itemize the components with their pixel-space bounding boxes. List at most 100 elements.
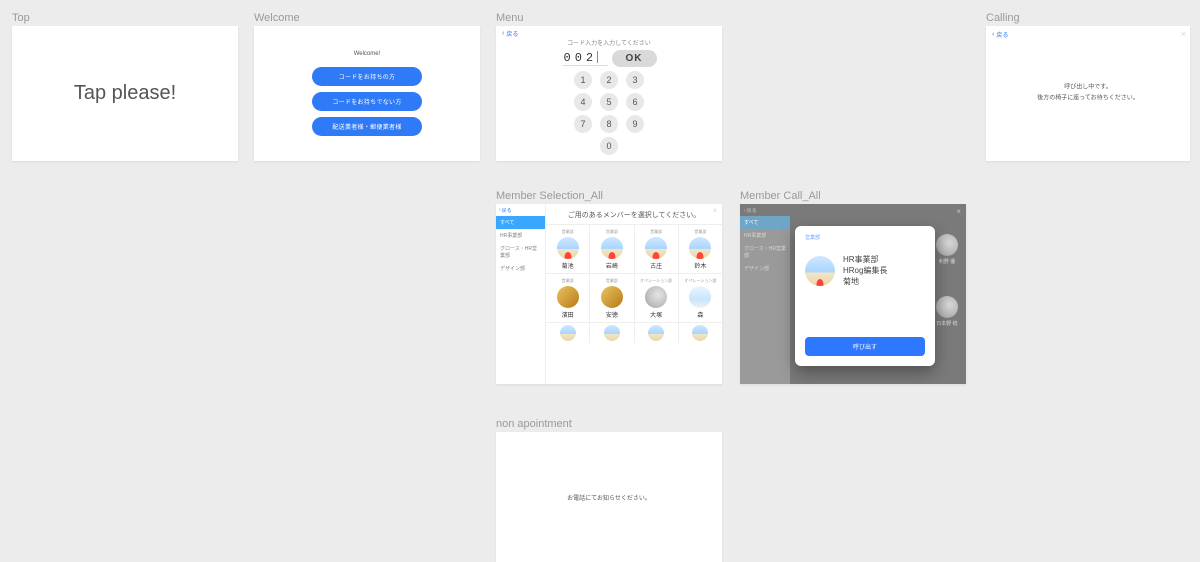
member-card[interactable]: 営業部 濱田 <box>546 274 590 322</box>
avatar <box>805 256 835 286</box>
non-appointment-message: お電話にてお知らせください。 <box>567 493 651 502</box>
member-card[interactable]: 営業部 菊池 <box>546 225 590 273</box>
back-button[interactable]: ‹ 戻る <box>496 204 545 216</box>
tap-please-text: Tap please! <box>74 82 176 105</box>
member-select-prompt: ご用のあるメンバーを選択してください。 × <box>546 204 722 224</box>
sidebar-tab-hr[interactable]: HR事業部 <box>496 229 545 242</box>
keypad-7[interactable]: 7 <box>574 115 592 133</box>
avatar <box>648 325 664 341</box>
back-label: 戻る <box>502 207 512 214</box>
sidebar-tab-design: デザイン部 <box>740 262 790 275</box>
avatar <box>645 237 667 259</box>
sidebar-tab-all: すべて <box>740 216 790 229</box>
close-icon[interactable]: × <box>712 206 717 215</box>
dialog-member-row: HR事業部 HRog編集長 菊地 <box>805 255 925 287</box>
pin-icon <box>608 252 615 259</box>
member-card[interactable] <box>679 323 722 343</box>
chevron-left-icon: ‹ <box>744 208 746 214</box>
keypad-3[interactable]: 3 <box>626 71 644 89</box>
member-role: オペレーション部 <box>640 278 672 284</box>
screen-thumb-non-appointment: non apointment お電話にてお知らせください。 <box>496 418 722 562</box>
code-display: 002 <box>562 51 608 66</box>
avatar <box>692 325 708 341</box>
member-name: 鈴木 <box>694 261 706 270</box>
member-card[interactable]: オペレーション部 大塚 <box>635 274 679 322</box>
member-card[interactable]: 営業部 岩崎 <box>590 225 634 273</box>
member-card[interactable]: 営業部 安徳 <box>590 274 634 322</box>
member-role: 営業部 <box>694 229 706 235</box>
member-name: 日本野 稔 <box>936 320 957 327</box>
thumb-label: Menu <box>496 12 722 24</box>
keypad-6[interactable]: 6 <box>626 93 644 111</box>
avatar <box>560 325 576 341</box>
member-card[interactable]: オペレーション部 森 <box>679 274 722 322</box>
dialog-member-info: HR事業部 HRog編集長 菊地 <box>843 255 887 287</box>
back-label: 戻る <box>506 29 518 38</box>
member-grid[interactable]: 営業部 菊池 営業部 岩崎 営業部 古庄 営業 <box>546 224 722 384</box>
chevron-left-icon: ‹ <box>502 30 504 37</box>
avatar <box>601 237 623 259</box>
dialog-line: 菊地 <box>843 277 887 288</box>
chevron-left-icon: ‹ <box>499 207 501 213</box>
background-member: 日本野 稔 <box>936 296 958 327</box>
welcome-button-no-code[interactable]: コードをお持ちでない方 <box>312 92 422 111</box>
calling-line1: 呼び出し中です。 <box>986 82 1190 93</box>
calling-line2: 後方の椅子に座ってお待ちください。 <box>986 94 1190 105</box>
member-name: 安徳 <box>606 310 618 319</box>
keypad-1[interactable]: 1 <box>574 71 592 89</box>
pin-icon <box>653 252 660 259</box>
member-card[interactable] <box>590 323 634 343</box>
back-button[interactable]: ‹ 戻る <box>992 30 1184 39</box>
sidebar-tab-all[interactable]: すべて <box>496 216 545 229</box>
ok-button[interactable]: OK <box>612 50 657 67</box>
thumb-label: non apointment <box>496 418 722 430</box>
welcome-title: Welcome! <box>354 51 381 57</box>
department-sidebar-dimmed: すべて HR事業部 グロース・HR営業部 デザイン部 <box>740 216 790 384</box>
screen-thumb-member-call: Member Call_All ‹ 戻る × すべて HR事業部 グロース・HR… <box>740 190 966 384</box>
keypad-4[interactable]: 4 <box>574 93 592 111</box>
member-card[interactable] <box>546 323 590 343</box>
avatar <box>604 325 620 341</box>
member-role: 営業部 <box>562 278 574 284</box>
screen-thumb-calling: Calling ‹ 戻る × 呼び出し中です。 後方の椅子に座ってお待ちください… <box>986 12 1190 161</box>
keypad-5[interactable]: 5 <box>600 93 618 111</box>
thumb-label: Member Selection_All <box>496 190 722 202</box>
back-button-dimmed: ‹ 戻る <box>744 207 757 214</box>
close-icon-dimmed: × <box>956 207 961 216</box>
back-button[interactable]: ‹ 戻る <box>502 29 716 38</box>
keypad-9[interactable]: 9 <box>626 115 644 133</box>
screen-thumb-menu: Menu ‹ 戻る コード入力を入力してください 002 OK 1 2 3 4 … <box>496 12 722 161</box>
top-card[interactable]: Tap please! <box>12 26 238 161</box>
avatar <box>557 237 579 259</box>
dialog-role-label: 営業部 <box>805 234 925 241</box>
member-card[interactable]: 営業部 鈴木 <box>679 225 722 273</box>
welcome-button-delivery[interactable]: 配送業者様・郵便業者様 <box>312 117 422 136</box>
thumb-label: Calling <box>986 12 1190 24</box>
screen-thumb-welcome: Welcome Welcome! コードをお持ちの方 コードをお持ちでない方 配… <box>254 12 480 161</box>
dialog-line: HR事業部 <box>843 255 887 266</box>
sidebar-tab-hr: HR事業部 <box>740 229 790 242</box>
member-name: 岩崎 <box>606 261 618 270</box>
calling-card: ‹ 戻る × 呼び出し中です。 後方の椅子に座ってお待ちください。 <box>986 26 1190 161</box>
member-name: 利野 優 <box>939 258 955 265</box>
avatar <box>689 237 711 259</box>
sidebar-tab-design[interactable]: デザイン部 <box>496 262 545 275</box>
welcome-button-has-code[interactable]: コードをお持ちの方 <box>312 67 422 86</box>
member-card[interactable] <box>635 323 679 343</box>
member-name: 森 <box>697 310 703 319</box>
member-name: 古庄 <box>650 261 662 270</box>
menu-card: ‹ 戻る コード入力を入力してください 002 OK 1 2 3 4 5 6 7… <box>496 26 722 161</box>
sidebar-tab-growth[interactable]: グロース・HR営業部 <box>496 242 545 262</box>
member-role: 営業部 <box>650 229 662 235</box>
keypad-0[interactable]: 0 <box>600 137 618 155</box>
call-button[interactable]: 呼び出す <box>805 337 925 356</box>
keypad-2[interactable]: 2 <box>600 71 618 89</box>
back-label: 戻る <box>996 30 1008 39</box>
avatar <box>645 286 667 308</box>
close-icon[interactable]: × <box>1181 29 1186 39</box>
department-sidebar: ‹ 戻る すべて HR事業部 グロース・HR営業部 デザイン部 <box>496 204 546 384</box>
thumb-label: Top <box>12 12 238 24</box>
back-label: 戻る <box>747 207 757 214</box>
member-card[interactable]: 営業部 古庄 <box>635 225 679 273</box>
keypad-8[interactable]: 8 <box>600 115 618 133</box>
